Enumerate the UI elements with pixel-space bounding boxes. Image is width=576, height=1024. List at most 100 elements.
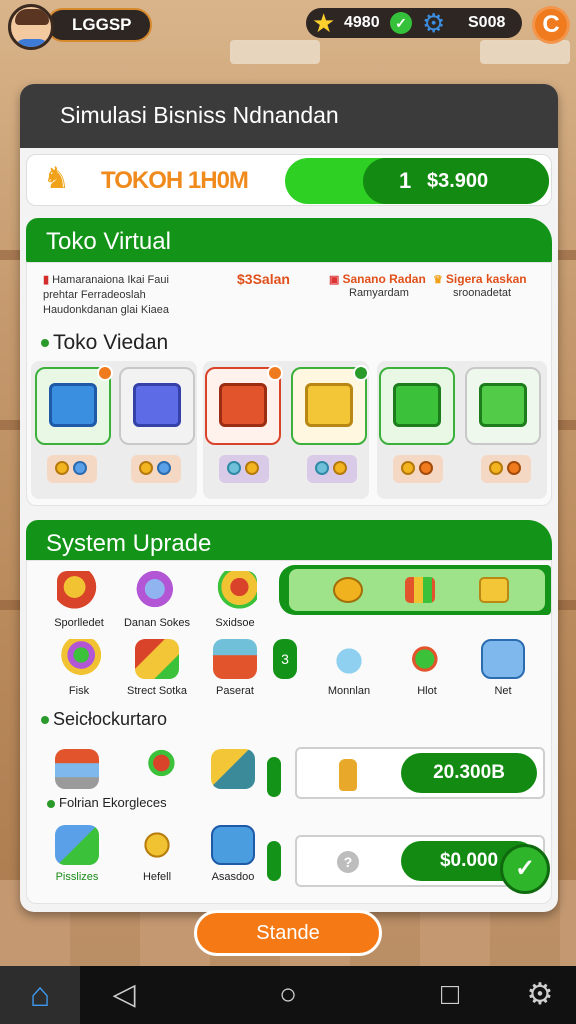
upgrade-item[interactable]: Fisk — [37, 639, 121, 697]
green-dot-icon — [41, 339, 49, 348]
upgrade-item[interactable]: Hefell — [115, 825, 199, 883]
foot-label-text: Folrian Ekorgleces — [59, 795, 167, 810]
cart-rack-icon — [55, 749, 99, 789]
sales-row: $3Salan ▣ Sanano Radan Ramyardam ♛ Siger… — [237, 271, 547, 309]
coin-chip[interactable] — [131, 455, 181, 483]
upgrade-label: Strect Sotka — [127, 685, 187, 697]
mini-tab-button[interactable]: 3 — [273, 639, 297, 679]
coin-chip[interactable] — [219, 455, 269, 483]
store-bar-fill: 1 $3.900 — [363, 158, 549, 204]
store-name: TOKOH 1H0M — [101, 167, 249, 194]
sales-item: ▣ Sanano Radan Ramyardam — [329, 273, 426, 300]
tools-bundle-icon — [213, 571, 257, 611]
sales-label: Ramyardam — [349, 287, 409, 299]
upgrade-label: Danan Sokes — [123, 617, 191, 629]
store-note: ▮ Hamaranaiona Ikai Faui prehtar Ferrade… — [43, 273, 203, 318]
store-progress-bar: 1 $3.900 — [285, 158, 549, 204]
product-card-purple-bin[interactable] — [119, 367, 195, 445]
microphone-icon — [135, 749, 179, 789]
grid-icon — [405, 577, 435, 603]
upgrade-label: Pisslizes — [55, 871, 99, 883]
product-card-red-cart[interactable] — [205, 365, 283, 445]
board-icon — [55, 825, 99, 865]
value-box[interactable]: 20.300B — [295, 747, 545, 799]
badge-icon — [353, 365, 369, 381]
upgrade-strip[interactable] — [279, 565, 551, 615]
coin-chip[interactable] — [393, 455, 443, 483]
sales-value: $3Salan — [237, 271, 290, 287]
box-icon — [479, 577, 509, 603]
upgrade-label: Hefell — [142, 871, 172, 883]
sales-item: ♛ Sigera kaskan sroonadetat — [433, 273, 527, 300]
store-note-text: Hamaranaiona Ikai Faui prehtar Ferradeos… — [43, 274, 169, 316]
back-icon[interactable]: ◁ — [94, 966, 154, 1024]
upgrade-item[interactable] — [35, 749, 119, 795]
upgrade-item[interactable]: Hlot — [385, 639, 469, 697]
plant-icon — [405, 639, 449, 679]
upgrade-item[interactable] — [115, 749, 199, 795]
virtual-store-area: ▮ Hamaranaiona Ikai Faui prehtar Ferrade… — [26, 262, 552, 506]
coin-chip[interactable] — [47, 455, 97, 483]
badge-icon — [267, 365, 283, 381]
green-dot-icon — [41, 716, 49, 725]
shop-stand-icon — [135, 639, 179, 679]
mini-tab[interactable] — [267, 841, 281, 881]
stock-title-text: Seicłockurtaro — [53, 709, 168, 729]
recents-icon[interactable]: □ — [420, 966, 480, 1024]
upgrade-item[interactable]: Paserat — [193, 639, 277, 697]
system-navbar: ⌂ ◁ ○ □ ⚙ — [0, 966, 576, 1024]
coin-icon — [333, 577, 363, 603]
main-panel: Simulasi Bisniss Ndnandan ♞ TOKOH 1H0M 1… — [20, 84, 558, 912]
upgrade-item[interactable]: Sxidsoe — [193, 571, 277, 629]
panel-title: Simulasi Bisniss Ndnandan — [20, 84, 558, 148]
avatar[interactable] — [8, 4, 54, 50]
bag-icon: ▣ — [329, 274, 343, 286]
upgrade-label: Sporlledet — [54, 617, 104, 629]
value-pill: 20.300B — [401, 753, 537, 793]
upgrade-item[interactable] — [191, 749, 275, 795]
product-card-yellow-box[interactable] — [291, 365, 369, 445]
purple-bin-icon — [133, 383, 181, 427]
menu-button[interactable]: C — [532, 6, 570, 44]
coin-chip[interactable] — [307, 455, 357, 483]
gear-icon[interactable]: ⚙ — [422, 8, 445, 38]
store-money: $3.900 — [427, 170, 489, 192]
store-row[interactable]: ♞ TOKOH 1H0M 1 $3.900 — [26, 154, 552, 206]
resource-bar: ★ 4980 ✓ ⚙ S008 — [306, 8, 522, 38]
bottle-icon — [339, 759, 357, 791]
upgrade-item[interactable]: Danan Sokes — [115, 571, 199, 629]
upgrade-item[interactable]: Sporlledet — [37, 571, 121, 629]
product-card-green-basket[interactable] — [465, 367, 541, 445]
upgrade-item[interactable]: Strect Sotka — [115, 639, 199, 697]
register-icon — [211, 749, 255, 789]
product-card-green-cart[interactable] — [379, 367, 455, 445]
player-name-pill[interactable]: LGGSP — [46, 8, 152, 42]
foot-label: Folrian Ekorgleces — [47, 795, 167, 810]
sales-label: sroonadetat — [453, 287, 512, 299]
product-group — [31, 361, 197, 499]
top-bar: LGGSP ★ 4980 ✓ ⚙ S008 C — [0, 0, 576, 52]
avatar-hair — [15, 9, 49, 25]
yellow-box-icon — [305, 383, 353, 427]
upgrade-item[interactable]: Pisslizes — [35, 825, 119, 883]
ice-cream-icon — [57, 639, 101, 679]
virtual-store-subtitle-text: Toko Viedan — [53, 331, 169, 354]
mini-tab[interactable] — [267, 757, 281, 797]
stand-button[interactable]: Stande — [194, 910, 382, 956]
upgrade-item[interactable]: Monnlan — [307, 639, 391, 697]
confirm-button[interactable]: ✓ — [500, 844, 550, 894]
green-cart-icon — [393, 383, 441, 427]
red-cart-icon — [219, 383, 267, 427]
upgrade-strip-inner — [289, 569, 545, 611]
home-circle-icon[interactable]: ○ — [258, 966, 318, 1024]
store-mascot-icon: ♞ — [43, 162, 70, 195]
home-icon[interactable]: ⌂ — [0, 966, 80, 1024]
product-card-blue-box[interactable] — [35, 365, 113, 445]
upgrade-item[interactable]: Asasdoo — [191, 825, 275, 883]
coin-chip[interactable] — [481, 455, 531, 483]
system-upgrade-area: Sporlledet Danan Sokes Sxidsoe Fisk Stre… — [26, 560, 552, 904]
coins-value: S008 — [468, 14, 506, 31]
trophy-icon: ♛ — [433, 274, 446, 286]
upgrade-item[interactable]: Net — [461, 639, 545, 697]
settings-icon[interactable]: ⚙ — [510, 966, 570, 1024]
